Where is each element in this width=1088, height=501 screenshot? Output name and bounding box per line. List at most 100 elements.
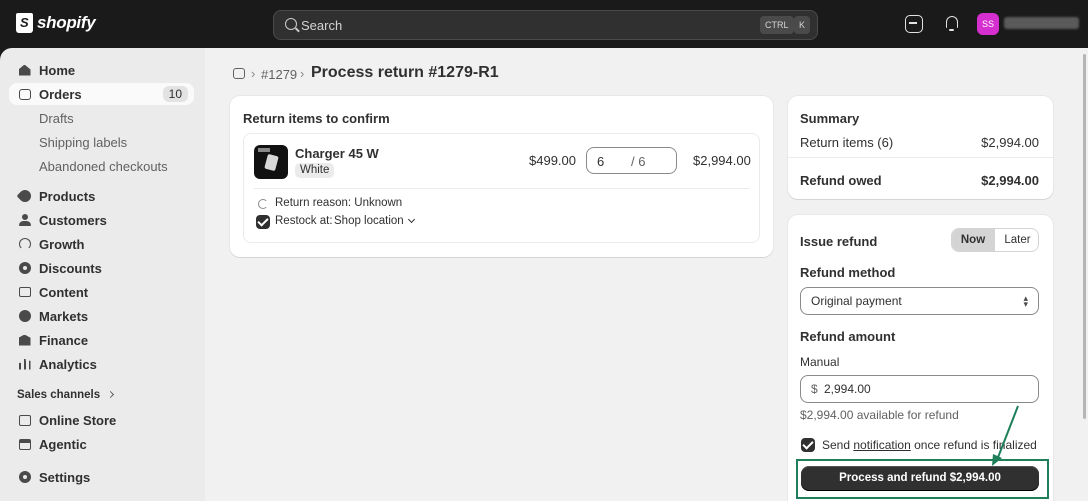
sidebar-item-markets[interactable]: Markets xyxy=(9,305,194,327)
chevron-right-icon xyxy=(107,390,115,399)
sidebar-item-shipping-labels[interactable]: Shipping labels xyxy=(9,131,194,153)
sidebar-item-finance[interactable]: Finance xyxy=(9,329,194,351)
refund-owed-value: $2,994.00 xyxy=(981,173,1039,188)
sales-channels-label: Sales channels xyxy=(17,389,101,401)
gear-icon xyxy=(18,471,31,484)
sidebar-item-label: Products xyxy=(39,188,96,204)
search-placeholder: Search xyxy=(301,18,343,33)
summary-card: Summary Return items (6) $2,994.00 Refun… xyxy=(788,96,1053,199)
agent-icon xyxy=(18,438,31,451)
shortcut-k-key: K xyxy=(794,16,811,34)
sales-channels-heading[interactable]: Sales channels xyxy=(17,389,115,401)
line-total: $2,994.00 xyxy=(693,153,751,168)
sidebar-item-label: Shipping labels xyxy=(39,134,128,150)
sidebar-item-label: Customers xyxy=(39,212,107,228)
annotation-arrow-icon xyxy=(992,405,1019,466)
sidebar-item-label: Home xyxy=(39,62,76,78)
home-icon xyxy=(18,64,31,77)
breadcrumb-order-link[interactable]: #1279 xyxy=(261,67,297,82)
sidebar-item-abandoned-checkouts[interactable]: Abandoned checkouts xyxy=(9,155,194,177)
sidebar-item-discounts[interactable]: Discounts xyxy=(9,257,194,279)
restock-location-select[interactable]: Shop location xyxy=(334,215,415,227)
return-items-title: Return items to confirm xyxy=(243,111,390,126)
shortcut-ctrl-key: CTRL xyxy=(760,16,794,34)
restock-checkbox[interactable] xyxy=(256,215,270,229)
breadcrumb-separator: › xyxy=(300,66,305,81)
quantity-max: / 6 xyxy=(631,154,646,169)
logo-text: shopify xyxy=(37,13,96,32)
sidebar-item-label: Content xyxy=(39,284,89,300)
main-content: › #1279 › Process return #1279-R1 Return… xyxy=(205,48,1088,501)
sidebar-item-agentic[interactable]: Agentic xyxy=(9,433,194,455)
item-name[interactable]: Charger 45 W xyxy=(295,146,379,161)
person-icon xyxy=(18,214,31,227)
sidebar-item-analytics[interactable]: Analytics xyxy=(9,353,194,375)
sidebar-item-content[interactable]: Content xyxy=(9,281,194,303)
sidebar-item-orders[interactable]: Orders 10 xyxy=(9,83,194,105)
shopify-bag-icon xyxy=(16,13,33,33)
search-icon xyxy=(285,18,297,30)
sidebar-item-label: Settings xyxy=(39,469,91,485)
sidebar-item-label: Drafts xyxy=(39,110,74,126)
variant-badge: White xyxy=(295,163,335,178)
refund-timing-toggle: Now Later xyxy=(951,228,1039,252)
quantity-input[interactable]: 6 / 6 xyxy=(586,147,677,174)
sidebar-item-growth[interactable]: Growth xyxy=(9,233,194,255)
chevron-down-icon xyxy=(407,215,415,224)
later-button[interactable]: Later xyxy=(994,229,1038,251)
bell-icon[interactable] xyxy=(943,15,961,33)
sidebar-item-online-store[interactable]: Online Store xyxy=(9,409,194,431)
refund-method-select[interactable]: Original payment ▴ ▾ xyxy=(800,287,1039,315)
avatar[interactable]: SS xyxy=(977,13,999,35)
notification-link[interactable]: notification xyxy=(853,438,910,452)
store-icon xyxy=(18,414,31,427)
summary-title: Summary xyxy=(800,111,860,126)
quantity-value: 6 xyxy=(597,154,605,169)
shopify-logo[interactable]: shopify xyxy=(16,13,96,33)
top-bar: shopify Search CTRL K SS xyxy=(0,0,1088,48)
sidebar-item-label: Orders xyxy=(39,86,82,102)
bar-chart-icon xyxy=(18,358,31,371)
currency-prefix: $ xyxy=(811,382,818,396)
sidebar-item-label: Growth xyxy=(39,236,85,252)
product-thumbnail xyxy=(254,145,288,179)
tag-icon xyxy=(16,187,33,205)
search-input[interactable]: Search CTRL K xyxy=(273,10,818,40)
scrollbar[interactable] xyxy=(1083,48,1088,501)
send-notification-checkbox[interactable] xyxy=(801,438,815,452)
sidebar-item-drafts[interactable]: Drafts xyxy=(9,107,194,129)
sidebar-item-label: Online Store xyxy=(39,412,117,428)
sidebar-item-label: Abandoned checkouts xyxy=(39,158,168,174)
sidebar-item-home[interactable]: Home xyxy=(9,59,194,81)
page-title: Process return #1279-R1 xyxy=(311,64,499,81)
return-items-value: $2,994.00 xyxy=(981,135,1039,150)
return-reason: Return reason: Unknown xyxy=(275,197,403,209)
sidebar: Home Orders 10 Drafts Shipping labels Ab… xyxy=(0,48,205,501)
blurred-store-name[interactable] xyxy=(1004,17,1079,29)
select-chevron-icon: ▴ ▾ xyxy=(1023,293,1028,309)
scrollbar-thumb[interactable] xyxy=(1083,54,1086,419)
sidebar-item-settings[interactable]: Settings xyxy=(9,466,194,488)
available-for-refund: $2,994.00 available for refund xyxy=(800,408,959,422)
refund-amount-input[interactable]: $ 2,994.00 xyxy=(800,375,1039,403)
sidebar-item-products[interactable]: Products xyxy=(9,185,194,207)
refund-amount-label: Refund amount xyxy=(800,329,896,344)
manual-label: Manual xyxy=(800,355,840,369)
refund-amount-value: 2,994.00 xyxy=(824,382,871,396)
bank-icon xyxy=(18,334,31,347)
monitor-icon xyxy=(18,286,31,299)
sidebar-item-label: Analytics xyxy=(39,356,97,372)
refund-owed-label: Refund owed xyxy=(800,173,882,188)
orders-icon[interactable] xyxy=(233,68,245,79)
store-switcher-icon[interactable] xyxy=(905,15,923,33)
sidebar-item-customers[interactable]: Customers xyxy=(9,209,194,231)
breadcrumb-separator: › xyxy=(251,66,256,81)
sidebar-item-label: Discounts xyxy=(39,260,102,276)
refund-method-value: Original payment xyxy=(811,294,902,308)
restock-label: Restock at: xyxy=(275,215,333,227)
return-items-label: Return items (6) xyxy=(800,135,894,150)
now-button[interactable]: Now xyxy=(952,229,994,251)
orders-count-badge: 10 xyxy=(162,86,188,102)
globe-icon xyxy=(18,310,31,323)
refund-method-label: Refund method xyxy=(800,265,896,280)
